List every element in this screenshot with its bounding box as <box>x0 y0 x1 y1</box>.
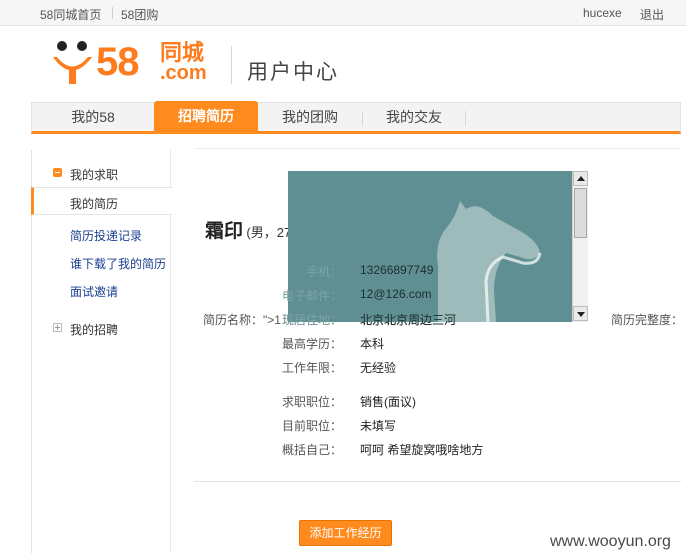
tab-my58[interactable]: 我的58 <box>32 103 154 132</box>
logo-number: 58 <box>96 40 139 84</box>
watermark: www.wooyun.org <box>550 533 671 550</box>
arrow-up-icon <box>577 176 585 181</box>
overlay-field-value: 12@126.com <box>360 287 432 301</box>
sidebar-header-job-seek[interactable]: 我的求职 <box>70 166 118 183</box>
sidebar-header-recruit[interactable]: 我的招聘 <box>70 321 118 338</box>
sidebar-item-delivery-records[interactable]: 简历投递记录 <box>70 227 142 244</box>
add-work-experience-button[interactable]: 添加工作经历 <box>299 520 392 546</box>
logo-domain: .com <box>160 62 207 84</box>
overlay-field-label: 手机： <box>305 265 342 279</box>
group-buy-link[interactable]: 58团购 <box>121 6 158 23</box>
field-label: 概括自己： <box>281 443 342 457</box>
sidebar-item-label[interactable]: 我的简历 <box>70 195 118 212</box>
logout-link[interactable]: 退出 <box>640 6 664 23</box>
scroll-up-button[interactable] <box>573 171 588 186</box>
field-value-current-job: 未填写 <box>360 419 397 433</box>
overlay-scrollbar[interactable] <box>572 171 588 322</box>
candidate-name: 霜印 <box>205 221 244 242</box>
main-nav: 我的58 招聘简历 我的团购 我的交友 <box>31 101 681 134</box>
page-title: 用户中心 <box>247 61 339 84</box>
resume-completeness-label: 简历完整度： <box>611 313 684 327</box>
field-label: 工作年限： <box>281 361 342 375</box>
field-label: 最高学历： <box>281 337 342 351</box>
tab-group-buy[interactable]: 我的团购 <box>258 103 362 132</box>
field-value-summary: 呵呵 希望旋窝哦啥地方 <box>360 443 484 457</box>
sidebar-item-who-downloaded[interactable]: 谁下载了我的简历 <box>70 255 166 272</box>
top-bar: 58同城首页 58团购 hucexe 退出 <box>0 0 686 26</box>
collapse-icon[interactable] <box>53 168 62 177</box>
scroll-thumb[interactable] <box>574 188 587 238</box>
field-value-experience: 无经验 <box>360 361 397 375</box>
expand-icon[interactable] <box>53 323 62 332</box>
field-value-education: 本科 <box>360 337 385 351</box>
tab-social[interactable]: 我的交友 <box>363 103 465 132</box>
topbar-separator <box>112 7 113 19</box>
content-divider <box>194 481 681 482</box>
field-label: 求职职位： <box>281 395 342 409</box>
overlay-field-value: 13266897749 <box>360 263 434 277</box>
smiley-mascot-icon <box>53 41 92 84</box>
scroll-down-button[interactable] <box>573 306 588 321</box>
logo-divider <box>231 46 232 84</box>
overlay-field-label: 电子邮件： <box>281 289 342 303</box>
username-link[interactable]: hucexe <box>583 6 622 20</box>
field-label: 目前职位： <box>281 419 342 433</box>
overlay-field-label: 现居住地： <box>281 313 342 327</box>
field-value-desired-job: 销售(面议) <box>360 395 416 409</box>
nav-separator <box>465 111 466 126</box>
home-link[interactable]: 58同城首页 <box>40 6 101 23</box>
content-top-border <box>194 148 681 149</box>
overlay-field-value: 北京北京周边三河 <box>360 313 457 327</box>
arrow-down-icon <box>577 312 585 317</box>
site-logo[interactable]: 58 同城 .com <box>50 38 220 88</box>
tab-recruit-resume[interactable]: 招聘简历 <box>154 101 258 132</box>
sidebar-item-interview-invites[interactable]: 面试邀请 <box>70 283 118 300</box>
